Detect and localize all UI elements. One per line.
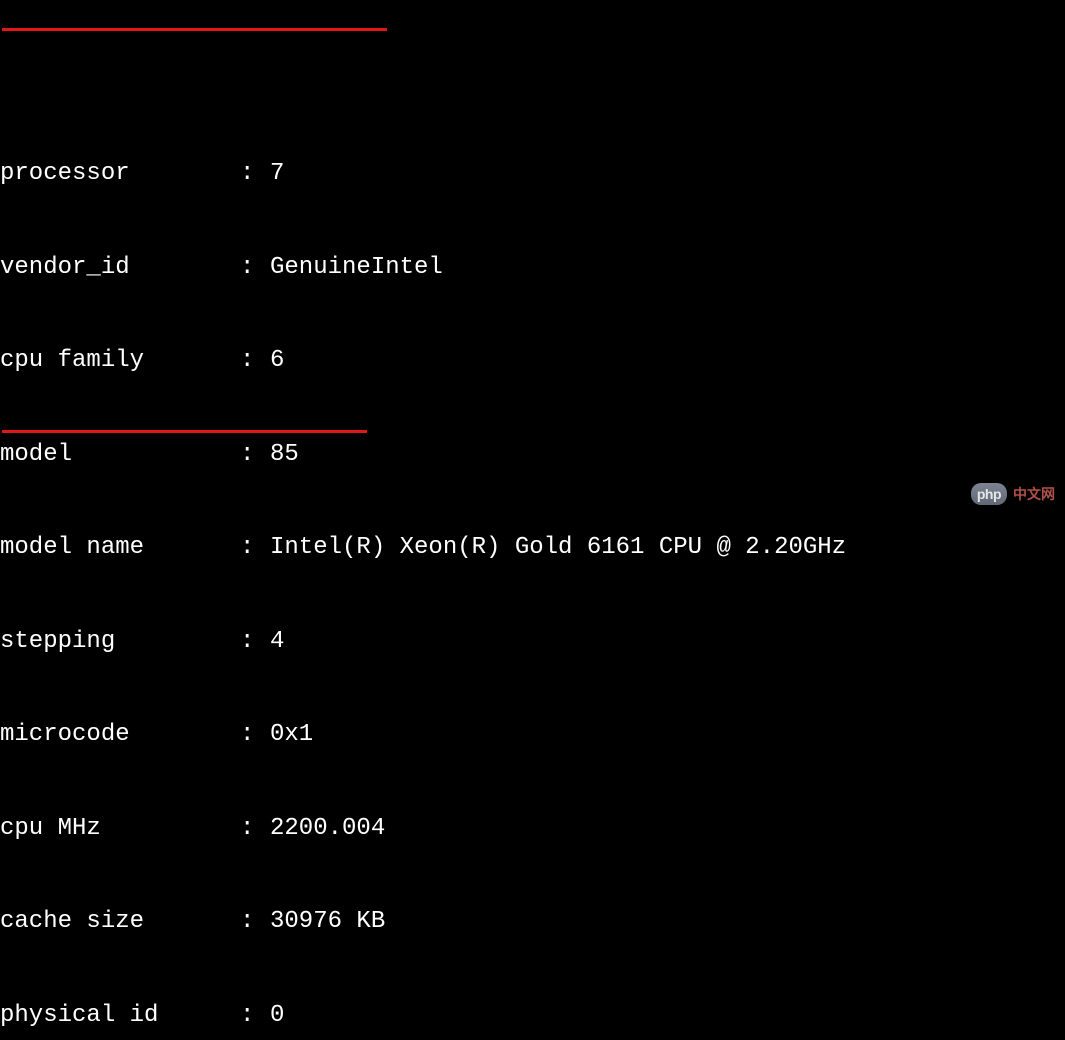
cpuinfo-label: physical id bbox=[0, 1000, 240, 1031]
cpuinfo-value: 0 bbox=[270, 1000, 1065, 1031]
cpuinfo-row: cache size : 30976 KB bbox=[0, 906, 1065, 937]
cpuinfo-row: microcode : 0x1 bbox=[0, 719, 1065, 750]
cpuinfo-value: 7 bbox=[270, 158, 1065, 189]
cpuinfo-colon: : bbox=[240, 906, 270, 937]
cpuinfo-row: vendor_id : GenuineIntel bbox=[0, 252, 1065, 283]
cpuinfo-row: processor : 7 bbox=[0, 158, 1065, 189]
cpuinfo-row: cpu family : 6 bbox=[0, 345, 1065, 376]
cpuinfo-label: model bbox=[0, 439, 240, 470]
cpuinfo-row: physical id : 0 bbox=[0, 1000, 1065, 1031]
cpuinfo-row: model name : Intel(R) Xeon(R) Gold 6161 … bbox=[0, 532, 1065, 563]
cpuinfo-value: 85 bbox=[270, 439, 1065, 470]
cpuinfo-value: 4 bbox=[270, 626, 1065, 657]
cpuinfo-colon: : bbox=[240, 532, 270, 563]
cpuinfo-value: Intel(R) Xeon(R) Gold 6161 CPU @ 2.20GHz bbox=[270, 532, 1065, 563]
cpuinfo-value: 0x1 bbox=[270, 719, 1065, 750]
cpuinfo-label: vendor_id bbox=[0, 252, 240, 283]
cpuinfo-colon: : bbox=[240, 345, 270, 376]
cpuinfo-colon: : bbox=[240, 439, 270, 470]
cpuinfo-label: processor bbox=[0, 158, 240, 189]
cpuinfo-value: GenuineIntel bbox=[270, 252, 1065, 283]
cpuinfo-label: cpu MHz bbox=[0, 813, 240, 844]
highlight-underline-cpucores bbox=[2, 430, 367, 433]
cpuinfo-row: model : 85 bbox=[0, 439, 1065, 470]
terminal-output: processor : 7 vendor_id : GenuineIntel c… bbox=[0, 2, 1065, 1040]
cpuinfo-colon: : bbox=[240, 158, 270, 189]
cpuinfo-label: cpu family bbox=[0, 345, 240, 376]
cpuinfo-label: cache size bbox=[0, 906, 240, 937]
cpuinfo-value: 2200.004 bbox=[270, 813, 1065, 844]
cpuinfo-value: 6 bbox=[270, 345, 1065, 376]
cpuinfo-colon: : bbox=[240, 813, 270, 844]
highlight-underline-processor bbox=[2, 28, 387, 31]
cpuinfo-colon: : bbox=[240, 1000, 270, 1031]
watermark: php 中文网 bbox=[971, 483, 1055, 505]
watermark-logo: php bbox=[971, 483, 1007, 505]
cpuinfo-row: cpu MHz : 2200.004 bbox=[0, 813, 1065, 844]
cpuinfo-label: microcode bbox=[0, 719, 240, 750]
cpuinfo-label: model name bbox=[0, 532, 240, 563]
cpuinfo-colon: : bbox=[240, 252, 270, 283]
cpuinfo-label: stepping bbox=[0, 626, 240, 657]
cpuinfo-colon: : bbox=[240, 626, 270, 657]
cpuinfo-row: stepping : 4 bbox=[0, 626, 1065, 657]
cpuinfo-value: 30976 KB bbox=[270, 906, 1065, 937]
watermark-text: 中文网 bbox=[1013, 485, 1055, 503]
cpuinfo-colon: : bbox=[240, 719, 270, 750]
